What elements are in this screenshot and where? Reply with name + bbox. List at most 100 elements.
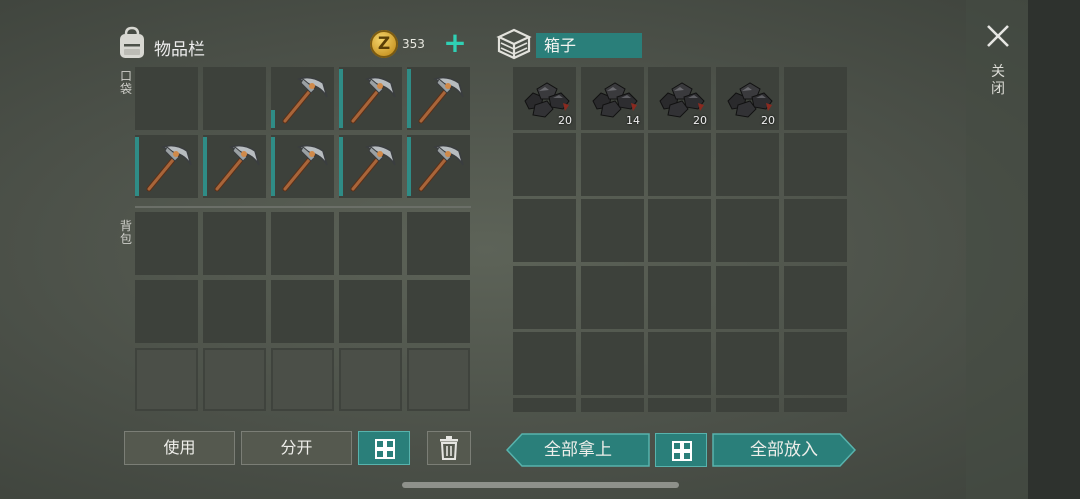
trash-icon (440, 436, 458, 460)
grid-icon (375, 439, 395, 459)
split-button[interactable]: 分开 (241, 431, 352, 465)
chest-slot[interactable] (648, 332, 711, 395)
chest-slot[interactable] (648, 199, 711, 262)
chest-slot[interactable] (513, 133, 576, 196)
backpack-slot[interactable] (339, 280, 402, 343)
chest-slot[interactable] (648, 398, 711, 412)
pickaxe-icon (282, 144, 328, 192)
durability-bar (407, 69, 411, 128)
locked-slot[interactable] (271, 348, 334, 411)
chest-slot[interactable] (784, 67, 847, 130)
chest-slot[interactable] (648, 266, 711, 329)
backpack-slot[interactable] (135, 280, 198, 343)
backpack-slot[interactable] (271, 212, 334, 275)
pocket-slot[interactable] (339, 135, 402, 198)
close-label[interactable]: 关闭 (990, 64, 1006, 98)
backpack-slot[interactable] (407, 280, 470, 343)
durability-bar (407, 137, 411, 196)
coin-icon: Z (370, 30, 398, 58)
item-count: 20 (693, 114, 707, 127)
durability-bar (203, 137, 207, 196)
pocket-slot[interactable] (271, 67, 334, 130)
durability-bar (135, 137, 139, 196)
chest-slot[interactable] (716, 199, 779, 262)
locked-slot[interactable] (203, 348, 266, 411)
chest-slot[interactable] (784, 398, 847, 412)
pickaxe-icon (146, 144, 192, 192)
chest-slot[interactable] (784, 332, 847, 395)
chest-slot[interactable] (581, 332, 644, 395)
pocket-slot[interactable] (203, 135, 266, 198)
backpack-slot[interactable] (203, 212, 266, 275)
pocket-slot[interactable] (407, 135, 470, 198)
backpack-slot[interactable] (135, 212, 198, 275)
put-all-button[interactable]: 全部放入 (712, 433, 856, 467)
put-all-label: 全部放入 (750, 440, 818, 460)
chest-slot[interactable] (581, 133, 644, 196)
chest-slot[interactable] (513, 266, 576, 329)
coin-count: 353 (402, 37, 425, 51)
durability-bar (339, 69, 343, 128)
pocket-slot[interactable] (339, 67, 402, 130)
use-button[interactable]: 使用 (124, 431, 235, 465)
pocket-slot[interactable] (203, 67, 266, 130)
locked-slot[interactable] (339, 348, 402, 411)
add-coins-button[interactable]: + (443, 29, 467, 57)
take-all-button[interactable]: 全部拿上 (506, 433, 650, 467)
pickaxe-icon (214, 144, 260, 192)
chest-slot[interactable]: 20 (648, 67, 711, 130)
chest-slot[interactable] (784, 266, 847, 329)
locked-slot[interactable] (407, 348, 470, 411)
pocket-slot[interactable] (135, 135, 198, 198)
item-count: 14 (626, 114, 640, 127)
durability-bar (271, 110, 275, 128)
sort-chest-button[interactable] (655, 433, 707, 467)
durability-bar (339, 137, 343, 196)
backpack-label: 背包 (119, 219, 132, 246)
pocket-label: 口袋 (119, 69, 132, 96)
backpack-slot[interactable] (271, 280, 334, 343)
chest-slot[interactable] (648, 133, 711, 196)
chest-slot[interactable] (716, 133, 779, 196)
pickaxe-icon (282, 76, 328, 124)
pickaxe-icon (418, 76, 464, 124)
durability-bar (271, 137, 275, 196)
backpack-icon (120, 26, 144, 58)
chest-slot[interactable] (581, 266, 644, 329)
right-edge-strip (1028, 0, 1080, 499)
pickaxe-icon (350, 144, 396, 192)
item-count: 20 (558, 114, 572, 127)
pocket-slot[interactable] (407, 67, 470, 130)
trash-button[interactable] (427, 431, 471, 465)
chest-slot[interactable] (513, 398, 576, 412)
chest-slot[interactable] (716, 398, 779, 412)
pickaxe-icon (350, 76, 396, 124)
chest-slot[interactable]: 20 (716, 67, 779, 130)
backpack-slot[interactable] (339, 212, 402, 275)
take-all-label: 全部拿上 (544, 440, 612, 460)
inventory-title: 物品栏 (154, 40, 205, 60)
home-indicator[interactable] (402, 482, 679, 488)
chest-title[interactable]: 箱子 (536, 33, 642, 58)
chest-slot[interactable]: 20 (513, 67, 576, 130)
box-icon (496, 28, 532, 60)
backpack-slot[interactable] (407, 212, 470, 275)
pickaxe-icon (418, 144, 464, 192)
sort-inventory-button[interactable] (358, 431, 410, 465)
item-count: 20 (761, 114, 775, 127)
chest-slot[interactable] (716, 332, 779, 395)
pocket-slot[interactable] (271, 135, 334, 198)
close-icon[interactable] (984, 22, 1012, 50)
chest-slot[interactable] (716, 266, 779, 329)
chest-slot[interactable] (513, 332, 576, 395)
locked-slot[interactable] (135, 348, 198, 411)
backpack-slot[interactable] (203, 280, 266, 343)
chest-slot[interactable] (784, 133, 847, 196)
chest-slot[interactable] (784, 199, 847, 262)
chest-slot[interactable] (581, 398, 644, 412)
grid-icon (672, 441, 692, 461)
chest-slot[interactable] (581, 199, 644, 262)
chest-slot[interactable]: 14 (581, 67, 644, 130)
chest-slot[interactable] (513, 199, 576, 262)
pocket-slot[interactable] (135, 67, 198, 130)
